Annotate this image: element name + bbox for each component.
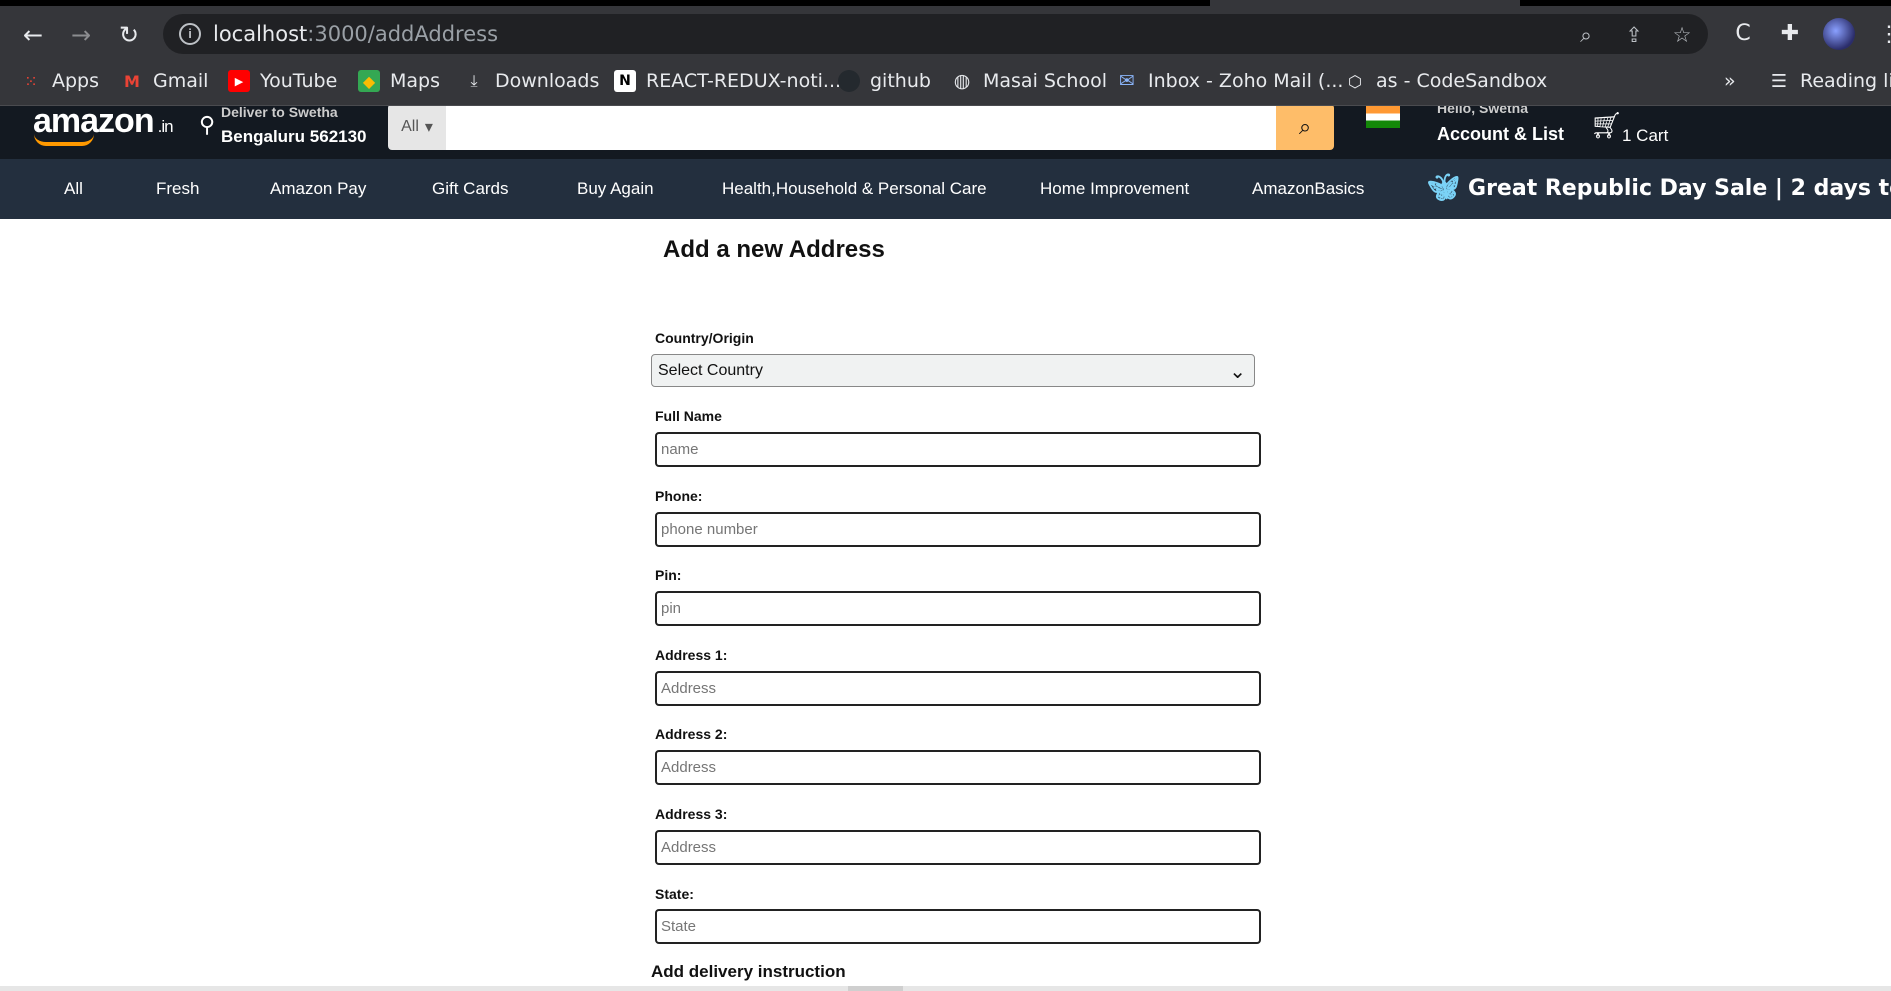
zoom-icon[interactable]: ⌕ <box>1573 22 1599 48</box>
github-icon <box>838 70 860 92</box>
phone-field[interactable] <box>655 512 1261 547</box>
scrollbar-thumb[interactable] <box>848 986 903 991</box>
state-field[interactable] <box>655 909 1261 944</box>
page-title: Add a new Address <box>663 236 885 263</box>
amazon-header: amazon .in ⚲ Deliver to Swetha Bengaluru … <box>0 106 1891 159</box>
tab-strip-left <box>0 0 1210 6</box>
tab-strip-right <box>1520 0 1891 6</box>
search-category-dropdown[interactable]: All ▾ <box>388 106 446 150</box>
butterfly-icon: 🦋︎ <box>1427 173 1461 203</box>
bookmark-react-redux[interactable]: N REACT-REDUX-noti... <box>614 68 841 94</box>
browser-menu-icon[interactable]: ⋮ <box>1878 19 1891 49</box>
deliver-to-label[interactable]: Deliver to Swetha <box>221 106 338 120</box>
back-arrow-icon[interactable]: ← <box>18 20 48 50</box>
address1-field[interactable] <box>655 671 1261 706</box>
bookmark-star-icon[interactable]: ☆ <box>1669 22 1695 48</box>
pin-field[interactable] <box>655 591 1261 626</box>
horizontal-scrollbar[interactable] <box>0 986 1891 991</box>
address2-field[interactable] <box>655 750 1261 785</box>
nav-health-household[interactable]: Health,Household & Personal Care <box>722 179 987 199</box>
nav-fresh[interactable]: Fresh <box>156 179 199 199</box>
reading-list-button[interactable]: ☰Reading lis <box>1768 68 1891 94</box>
account-and-list[interactable]: Account & List <box>1437 124 1564 145</box>
address2-label: Address 2: <box>655 726 728 742</box>
address1-label: Address 1: <box>655 647 728 663</box>
forward-arrow-icon[interactable]: → <box>66 20 96 50</box>
amazon-smile-icon <box>34 134 94 146</box>
apps-grid-icon: ⁙ <box>24 71 38 91</box>
bookmark-downloads[interactable]: ⤓ Downloads <box>463 68 599 94</box>
bookmarks-bar: ⁙ Apps M Gmail ▶ YouTube ◆ Maps ⤓ Downloads N… <box>0 56 1891 106</box>
bookmark-codesandbox[interactable]: ⬡ as - CodeSandbox <box>1344 68 1547 94</box>
maps-icon: ◆ <box>358 70 380 92</box>
full-name-field[interactable] <box>655 432 1261 467</box>
nav-buy-again[interactable]: Buy Again <box>577 179 654 199</box>
cart-icon[interactable]: 🛒︎ <box>1590 111 1623 141</box>
extension-c-icon[interactable]: C <box>1729 20 1757 48</box>
delivery-instruction-heading[interactable]: Add delivery instruction <box>651 962 846 982</box>
download-icon: ⤓ <box>470 71 478 90</box>
browser-toolbar: ← → ↻ i localhost:3000/addAddress ⌕ ⇪ ☆ <box>0 12 1891 56</box>
share-icon[interactable]: ⇪ <box>1621 22 1647 48</box>
bookmark-youtube[interactable]: ▶ YouTube <box>228 68 337 94</box>
address3-field[interactable] <box>655 830 1261 865</box>
phone-label: Phone: <box>655 488 703 504</box>
state-label: State: <box>655 886 694 902</box>
nav-gift-cards[interactable]: Gift Cards <box>432 179 509 199</box>
chevron-down-icon: ⌄ <box>1229 359 1246 383</box>
bookmark-github[interactable]: github <box>838 68 931 94</box>
reload-icon[interactable]: ↻ <box>114 20 144 50</box>
globe-icon: ◍ <box>953 70 971 92</box>
country-select[interactable]: Select Country ⌄ <box>651 354 1255 387</box>
url-text[interactable]: localhost:3000/addAddress <box>213 22 498 46</box>
location-pin-icon: ⚲ <box>199 112 216 137</box>
bookmark-zoho[interactable]: ✉ Inbox - Zoho Mail (... <box>1116 68 1343 94</box>
notion-icon: N <box>614 70 636 92</box>
youtube-icon: ▶ <box>228 70 250 92</box>
address-bar[interactable]: i localhost:3000/addAddress ⌕ ⇪ ☆ <box>163 14 1708 54</box>
search-bar: All ▾ ⌕ <box>388 106 1334 150</box>
cart-label[interactable]: 1 Cart <box>1622 126 1668 146</box>
caret-down-icon: ▾ <box>424 119 433 136</box>
india-flag-icon[interactable] <box>1366 106 1400 128</box>
nav-all[interactable]: All <box>64 179 83 199</box>
country-label: Country/Origin <box>655 330 754 346</box>
address3-label: Address 3: <box>655 806 728 822</box>
extensions-puzzle-icon[interactable]: ✚ <box>1776 20 1804 48</box>
site-info-icon[interactable]: i <box>179 23 201 45</box>
full-name-label: Full Name <box>655 408 722 424</box>
bookmark-maps[interactable]: ◆ Maps <box>358 68 440 94</box>
nav-amazon-pay[interactable]: Amazon Pay <box>270 179 366 199</box>
gmail-icon: M <box>124 71 140 91</box>
bookmark-masai[interactable]: ◍ Masai School <box>951 68 1107 94</box>
profile-avatar[interactable] <box>1823 18 1855 50</box>
pin-label: Pin: <box>655 567 682 583</box>
nav-amazonbasics[interactable]: AmazonBasics <box>1252 179 1364 199</box>
zoho-mail-icon: ✉ <box>1119 70 1135 92</box>
search-button[interactable]: ⌕ <box>1276 106 1334 150</box>
hello-greeting[interactable]: Hello, Swetha <box>1437 106 1528 116</box>
deliver-location[interactable]: Bengaluru 562130 <box>221 127 367 147</box>
reading-list-icon: ☰ <box>1770 70 1788 92</box>
nav-home-improvement[interactable]: Home Improvement <box>1040 179 1189 199</box>
amazon-nav-bar: All Fresh Amazon Pay Gift Cards Buy Agai… <box>0 159 1891 219</box>
search-input[interactable] <box>446 106 1276 150</box>
more-bookmarks-button[interactable]: » <box>1724 68 1736 94</box>
codesandbox-icon: ⬡ <box>1348 71 1362 91</box>
search-icon: ⌕ <box>1298 114 1312 139</box>
bookmark-apps[interactable]: ⁙ Apps <box>20 68 99 94</box>
bookmark-gmail[interactable]: M Gmail <box>121 68 208 94</box>
promo-banner[interactable]: 🦋︎ Great Republic Day Sale | 2 days to g… <box>1427 173 1891 203</box>
